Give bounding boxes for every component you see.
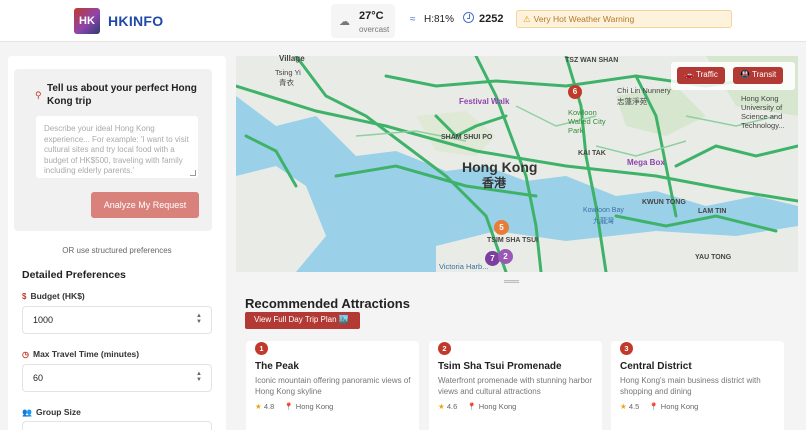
or-divider-text: OR use structured preferences xyxy=(62,246,172,255)
star-icon: ★ xyxy=(620,402,627,411)
map-label-yau-tong: YAU TONG xyxy=(695,254,732,261)
car-icon: 🚗 xyxy=(684,70,697,79)
current-time: 2252 xyxy=(479,13,504,25)
attraction-rating: 4.8 xyxy=(263,402,275,411)
attraction-card[interactable]: 2 Tsim Sha Tsui Promenade Waterfront pro… xyxy=(429,341,602,430)
transit-label: Transit xyxy=(752,70,777,79)
transit-button[interactable]: 🚇 Transit xyxy=(733,67,784,84)
trip-request-textarea[interactable]: Describe your ideal Hong Kong experience… xyxy=(36,116,198,178)
map-label-mega-box: Mega Box xyxy=(627,158,665,167)
map-label-village: Village xyxy=(279,54,305,63)
trip-request-title: Tell us about your perfect Hong Kong tri… xyxy=(47,83,197,107)
travel-time-stepper-icon[interactable]: ▲ ▼ xyxy=(196,371,202,383)
map-label-chi-lin-zh: 志蓮淨苑 xyxy=(617,97,647,106)
attraction-meta: ★ 4.8 📍 Hong Kong xyxy=(255,402,333,411)
attraction-location: Hong Kong xyxy=(295,402,334,411)
warning-icon: ⚠ xyxy=(523,14,531,24)
group-size-input[interactable] xyxy=(22,421,212,430)
map-label-tsing-yi-zh: 青衣 xyxy=(279,78,294,87)
map-label-victoria-harbour: Victoria Harb... xyxy=(439,262,489,271)
map-label-tsim-sha-tsui: TSIM SHA TSUI xyxy=(487,237,539,244)
attraction-location: Hong Kong xyxy=(660,402,699,411)
attraction-description: Iconic mountain offering panoramic views… xyxy=(255,376,411,396)
map-label-hkust: Hong Kong University of Science and Tech… xyxy=(741,94,785,130)
map-marker-5[interactable]: 5 xyxy=(494,220,509,235)
budget-stepper-icon[interactable]: ▲ ▼ xyxy=(196,313,202,325)
map-label-festival-walk: Festival Walk xyxy=(459,97,510,106)
budget-value: 1000 xyxy=(33,315,54,325)
clock-icon xyxy=(463,12,474,23)
map-label-kowloon-walled-city: Kowloon Walled City Park xyxy=(568,108,606,135)
travel-time-input[interactable]: 60 ▲ ▼ xyxy=(22,364,212,392)
map-marker-6[interactable]: 6 xyxy=(568,85,582,99)
train-icon: 🚇 xyxy=(740,70,753,79)
travel-time-label-text: Max Travel Time (minutes) xyxy=(32,349,140,359)
attraction-name[interactable]: The Peak xyxy=(255,361,299,372)
attraction-rank-badge: 2 xyxy=(438,342,451,355)
search-icon: ⚲ xyxy=(35,90,42,100)
top-header: HK HKINFO ☁ 27°C overcast ≈ H:81% 2252 ⚠… xyxy=(0,0,806,42)
analyze-request-button[interactable]: Analyze My Request xyxy=(91,192,199,218)
attraction-description: Waterfront promenade with stunning harbo… xyxy=(438,376,593,396)
map-label-kowloon-bay-zh: 九龍灣 xyxy=(593,218,614,225)
budget-label-text: Budget (HK$) xyxy=(30,291,85,301)
weather-warning-badge: ⚠ Very Hot Weather Warning xyxy=(516,10,732,28)
budget-input[interactable]: 1000 ▲ ▼ xyxy=(22,306,212,334)
map-label-kwun-tong: KWUN TONG xyxy=(642,199,686,206)
map-label-kai-tak: KAI TAK xyxy=(578,150,606,157)
attraction-rank-badge: 3 xyxy=(620,342,633,355)
detailed-preferences-heading: Detailed Preferences xyxy=(22,269,126,281)
attraction-name[interactable]: Tsim Sha Tsui Promenade xyxy=(438,361,562,372)
travel-time-label: ◷ Max Travel Time (minutes) xyxy=(22,349,139,359)
attraction-rating: 4.5 xyxy=(628,402,640,411)
attraction-rating: 4.6 xyxy=(446,402,458,411)
traffic-button[interactable]: 🚗 Traffic xyxy=(677,67,725,84)
clock-icon: ◷ xyxy=(22,350,29,359)
map-label-chi-lin: Chi Lin Nunnery xyxy=(617,86,671,95)
temperature: 27°C xyxy=(359,10,384,22)
warning-text: Very Hot Weather Warning xyxy=(533,14,635,24)
attraction-meta: ★ 4.6 📍 Hong Kong xyxy=(438,402,516,411)
weather-condition: overcast xyxy=(359,25,390,34)
attraction-description: Hong Kong's main business district with … xyxy=(620,376,761,396)
map-label-tsz-wan-shan: TSZ WAN SHAN xyxy=(565,57,619,64)
star-icon: ★ xyxy=(438,402,445,411)
map-label-hong-kong-zh: 香港 xyxy=(482,176,507,190)
app-title[interactable]: HKINFO xyxy=(108,13,163,29)
map-label-lam-tin: LAM TIN xyxy=(698,208,727,215)
weather-card: ☁ 27°C overcast xyxy=(331,4,395,38)
humidity: H:81% xyxy=(424,14,455,25)
attraction-card[interactable]: 1 The Peak Iconic mountain offering pano… xyxy=(246,341,419,430)
users-icon: 👥 xyxy=(22,408,32,417)
group-size-label: 👥 Group Size xyxy=(22,407,81,417)
map-marker-2[interactable]: 2 xyxy=(498,249,513,264)
map-resize-handle[interactable]: ═══ xyxy=(504,277,519,286)
attraction-meta: ★ 4.5 📍 Hong Kong xyxy=(620,402,698,411)
group-size-label-text: Group Size xyxy=(35,407,81,417)
attraction-rank-badge: 1 xyxy=(255,342,268,355)
map-label-hong-kong: Hong Kong xyxy=(462,159,538,175)
location-pin-icon: 📍 xyxy=(467,402,477,411)
view-trip-plan-button[interactable]: View Full Day Trip Plan 🏙️ xyxy=(245,312,360,329)
budget-label: $ Budget (HK$) xyxy=(22,291,85,301)
traffic-label: Traffic xyxy=(696,70,718,79)
map-label-tsing-yi: Tsing Yi xyxy=(275,68,301,77)
location-pin-icon: 📍 xyxy=(284,402,294,411)
attractions-heading: Recommended Attractions xyxy=(245,296,410,311)
dollar-icon: $ xyxy=(22,292,27,301)
attraction-card[interactable]: 3 Central District Hong Kong's main busi… xyxy=(611,341,784,430)
travel-time-value: 60 xyxy=(33,373,44,383)
cloud-icon: ☁ xyxy=(339,16,350,28)
location-pin-icon: 📍 xyxy=(649,402,659,411)
map-label-kowloon-bay: Kowloon Bay xyxy=(583,207,624,214)
star-icon: ★ xyxy=(255,402,262,411)
attraction-name[interactable]: Central District xyxy=(620,361,692,372)
logo[interactable]: HK xyxy=(74,8,100,34)
map-label-sham-shui-po: SHAM SHUI PO xyxy=(441,134,493,141)
attraction-location: Hong Kong xyxy=(478,402,517,411)
humidity-icon: ≈ xyxy=(410,14,416,25)
